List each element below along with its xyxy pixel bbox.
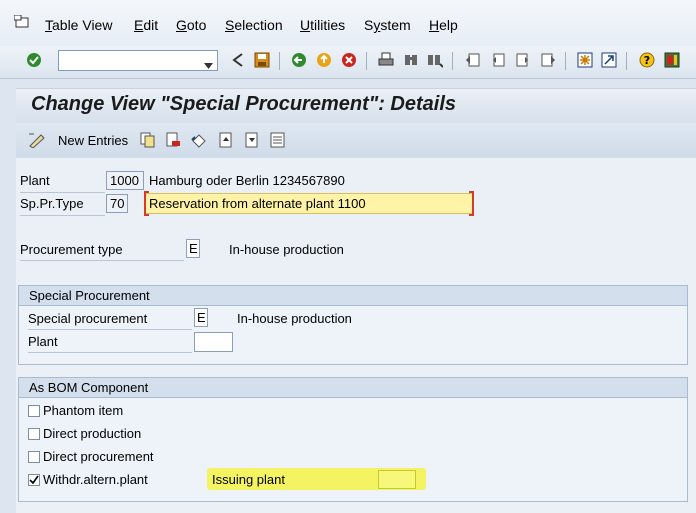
phantom-item-label: Phantom item: [43, 403, 124, 418]
direct-procurement-label: Direct procurement: [43, 449, 154, 464]
special-procurement-description-input[interactable]: Reservation from alternate plant 1100: [145, 193, 473, 214]
svg-text:?: ?: [644, 54, 650, 67]
special-procurement-field[interactable]: E: [194, 308, 208, 327]
special-procurement-description: In-house production: [237, 311, 352, 326]
menu-help[interactable]: Help: [429, 17, 458, 33]
find-next-icon[interactable]: [427, 52, 443, 68]
plant-label: Plant: [20, 173, 105, 193]
menu-edit[interactable]: Edit: [134, 17, 158, 33]
issuing-plant-input[interactable]: [378, 470, 416, 489]
bom-component-group-title: As BOM Component: [19, 378, 687, 398]
previous-page-icon[interactable]: [490, 52, 506, 68]
sp-plant-label: Plant: [28, 334, 192, 353]
toolbar-separator: [626, 52, 627, 70]
direct-production-checkbox[interactable]: [28, 428, 40, 440]
menu-system[interactable]: System: [364, 17, 411, 33]
enter-icon[interactable]: [26, 52, 42, 68]
layout-menu-icon[interactable]: [664, 52, 680, 68]
plant-description: Hamburg oder Berlin 1234567890: [149, 173, 345, 188]
procurement-type-label: Procurement type: [20, 242, 184, 261]
find-icon[interactable]: [403, 52, 419, 68]
shortcut-icon[interactable]: [601, 52, 617, 68]
first-page-icon[interactable]: [465, 52, 481, 68]
new-session-icon[interactable]: [577, 52, 593, 68]
new-entries-button[interactable]: New Entries: [58, 133, 128, 148]
toolbar-separator: [565, 52, 566, 70]
print-icon[interactable]: [378, 52, 394, 68]
direct-procurement-checkbox[interactable]: [28, 451, 40, 463]
issuing-plant-label: Issuing plant: [212, 472, 285, 487]
toolbar-separator: [452, 52, 453, 70]
cancel-icon[interactable]: [341, 52, 357, 68]
save-icon[interactable]: [254, 52, 270, 68]
delete-icon[interactable]: [165, 132, 181, 151]
back-arrow-icon[interactable]: [230, 52, 246, 68]
menu-utilities[interactable]: Utilities: [300, 17, 345, 33]
back-green-icon[interactable]: [291, 52, 307, 68]
next-entry-icon[interactable]: [244, 132, 260, 151]
special-procurement-group-title: Special Procurement: [19, 286, 687, 306]
display-change-icon[interactable]: [28, 132, 46, 151]
required-marker-right: [469, 191, 474, 216]
last-page-icon[interactable]: [540, 52, 556, 68]
toolbar-separator: [279, 52, 280, 70]
special-procurement-type-field: 70: [106, 194, 128, 213]
next-page-icon[interactable]: [515, 52, 531, 68]
special-procurement-label: Special procurement: [28, 311, 192, 330]
help-icon[interactable]: ?: [639, 52, 655, 68]
required-marker-left: [144, 191, 149, 216]
system-menu-icon[interactable]: [13, 14, 30, 29]
procurement-type-field[interactable]: E: [186, 239, 200, 258]
copy-as-icon[interactable]: [140, 132, 156, 151]
withdrawal-alternate-plant-checkbox[interactable]: [28, 474, 40, 486]
undo-change-icon[interactable]: [191, 132, 207, 151]
procurement-type-description: In-house production: [229, 242, 344, 257]
menu-selection[interactable]: Selection: [225, 17, 283, 33]
withdrawal-alternate-plant-label: Withdr.altern.plant: [43, 472, 148, 487]
toolbar-separator: [366, 52, 367, 70]
menu-goto[interactable]: Goto: [176, 17, 206, 33]
sp-plant-input[interactable]: [194, 332, 233, 352]
plant-field: 1000: [106, 171, 144, 190]
phantom-item-checkbox[interactable]: [28, 405, 40, 417]
previous-entry-icon[interactable]: [218, 132, 234, 151]
special-procurement-type-label: Sp.Pr.Type: [20, 196, 105, 216]
checkmark-icon: [29, 475, 39, 485]
command-field[interactable]: [58, 50, 218, 71]
menu-table-view[interactable]: Table View: [45, 17, 112, 33]
direct-production-label: Direct production: [43, 426, 142, 441]
command-field-dropdown-icon[interactable]: [204, 57, 213, 72]
page-title: Change View "Special Procurement": Detai…: [31, 93, 457, 115]
exit-icon[interactable]: [316, 52, 332, 68]
print-list-icon[interactable]: [270, 132, 286, 151]
